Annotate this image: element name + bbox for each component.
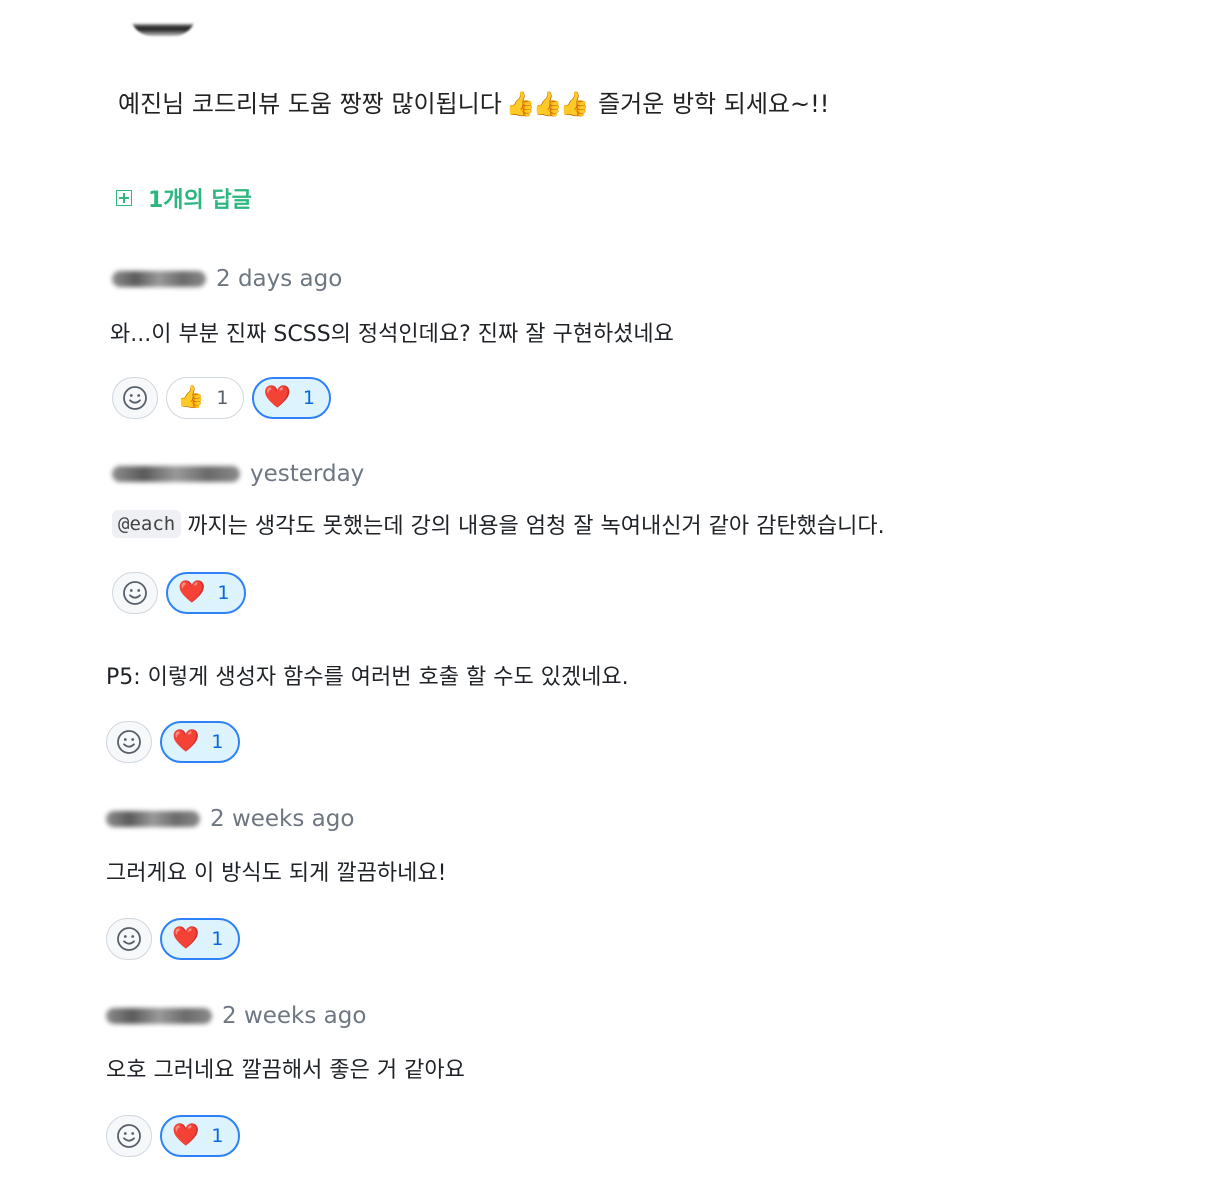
replies-toggle-label: 1개의 답글: [148, 188, 252, 213]
reply-text: 와...이 부분 진짜 SCSS의 정석인데요? 진짜 잘 구현하셨네요: [110, 322, 674, 347]
reply-meta: yesterday: [112, 461, 364, 487]
reply-meta: 2 weeks ago: [106, 1003, 366, 1029]
add-reaction-button[interactable]: [112, 377, 158, 419]
reaction-count: 1: [217, 582, 230, 604]
reaction-thumbs-up[interactable]: 👍 1: [166, 377, 244, 419]
author-name-redacted: [112, 271, 206, 287]
reaction-bar: ❤️ 1: [106, 721, 240, 763]
heart-icon: ❤️: [172, 1123, 200, 1148]
smiley-face-icon: [117, 730, 141, 754]
add-reaction-button[interactable]: [106, 721, 152, 763]
thumbs-up-icon: 👍: [177, 385, 205, 410]
author-name-redacted: [106, 1008, 212, 1024]
main-comment-text: 예진님 코드리뷰 도움 짱짱 많이됩니다: [118, 90, 502, 118]
add-reaction-button[interactable]: [112, 572, 158, 614]
reply-text: @each 까지는 생각도 못했는데 강의 내용을 엄청 잘 녹여내신거 같아 …: [112, 508, 885, 540]
reaction-bar: ❤️ 1: [106, 918, 240, 960]
reply-text: 오호 그러네요 깔끔해서 좋은 거 같아요: [106, 1058, 465, 1083]
reaction-count: 1: [211, 731, 224, 753]
add-reaction-button[interactable]: [106, 918, 152, 960]
reply-meta: 2 days ago: [112, 266, 342, 292]
reaction-heart[interactable]: ❤️ 1: [251, 377, 331, 419]
reply-meta: 2 weeks ago: [106, 806, 354, 832]
reply-timestamp: yesterday: [250, 461, 365, 487]
heart-icon: ❤️: [172, 926, 200, 951]
reaction-bar: 👍 1 ❤️ 1: [112, 377, 331, 419]
reaction-count: 1: [211, 928, 224, 950]
smiley-face-icon: [123, 581, 147, 605]
code-mention: @each: [112, 510, 182, 538]
heart-icon: ❤️: [172, 729, 200, 754]
reply-timestamp: 2 weeks ago: [222, 1003, 367, 1029]
reaction-bar: ❤️ 1: [112, 572, 246, 614]
reaction-count: 1: [302, 387, 315, 409]
plus-square-icon: [116, 190, 132, 206]
heart-icon: ❤️: [178, 580, 206, 605]
main-comment: 예진님 코드리뷰 도움 짱짱 많이됩니다 👍👍👍 즐거운 방학 되세요~!!: [118, 84, 829, 119]
add-reaction-button[interactable]: [106, 1115, 152, 1157]
heart-icon: ❤️: [263, 385, 291, 410]
reaction-count: 1: [211, 1125, 224, 1147]
reaction-bar: ❤️ 1: [106, 1115, 240, 1157]
reaction-count: 1: [216, 387, 229, 409]
reaction-heart[interactable]: ❤️ 1: [160, 918, 240, 960]
reaction-heart[interactable]: ❤️ 1: [166, 572, 246, 614]
reply-text-body: 까지는 생각도 못했는데 강의 내용을 엄청 잘 녹여내신거 같아 감탄했습니다…: [187, 514, 885, 539]
author-name-redacted: [112, 466, 240, 482]
smiley-face-icon: [117, 1124, 141, 1148]
reply-timestamp: 2 days ago: [216, 266, 343, 292]
smiley-face-icon: [123, 386, 147, 410]
thumbs-up-emoji: 👍👍👍: [505, 90, 590, 118]
reaction-heart[interactable]: ❤️ 1: [160, 721, 240, 763]
reply-text: 그러게요 이 방식도 되게 깔끔하네요!: [106, 861, 447, 886]
author-name-redacted: [106, 811, 200, 827]
reaction-heart[interactable]: ❤️ 1: [160, 1115, 240, 1157]
smiley-face-icon: [117, 927, 141, 951]
avatar: [130, 14, 196, 36]
reply-text: P5: 이렇게 생성자 함수를 여러번 호출 할 수도 있겠네요.: [106, 665, 629, 690]
replies-toggle-button[interactable]: 1개의 답글: [116, 182, 252, 214]
main-comment-tail: 즐거운 방학 되세요~!!: [590, 90, 830, 118]
reply-timestamp: 2 weeks ago: [210, 806, 355, 832]
